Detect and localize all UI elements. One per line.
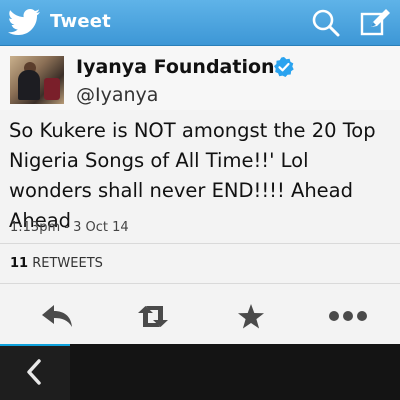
author-handle[interactable]: @Iyanya <box>76 84 158 106</box>
favorite-icon[interactable] <box>237 304 265 334</box>
back-icon[interactable] <box>24 359 44 389</box>
author-name[interactable]: Iyanya Foundation <box>76 56 275 78</box>
tweet-text: So Kukere is NOT amongst the 20 Top Nige… <box>9 119 376 232</box>
divider <box>0 243 400 244</box>
bottom-bar <box>0 344 400 400</box>
avatar[interactable] <box>10 56 64 104</box>
retweet-icon[interactable] <box>135 304 171 332</box>
header-title: Tweet <box>50 11 111 32</box>
back-button[interactable] <box>0 344 70 400</box>
retweet-count-value: 11 <box>10 256 29 271</box>
search-icon[interactable] <box>311 8 341 42</box>
reply-icon[interactable] <box>40 304 74 332</box>
retweet-count-label: RETWEETS <box>32 256 103 271</box>
compose-icon[interactable] <box>360 8 392 42</box>
action-bar <box>0 284 400 344</box>
verified-badge-icon <box>274 57 294 81</box>
app-header: Tweet <box>0 0 400 46</box>
more-icon[interactable] <box>328 304 368 332</box>
tweet-timestamp: 1:13pm - 3 Oct 14 <box>10 220 129 235</box>
retweet-count[interactable]: 11 RETWEETS <box>10 256 103 271</box>
accent-line <box>0 344 70 346</box>
twitter-bird-icon <box>7 8 41 40</box>
